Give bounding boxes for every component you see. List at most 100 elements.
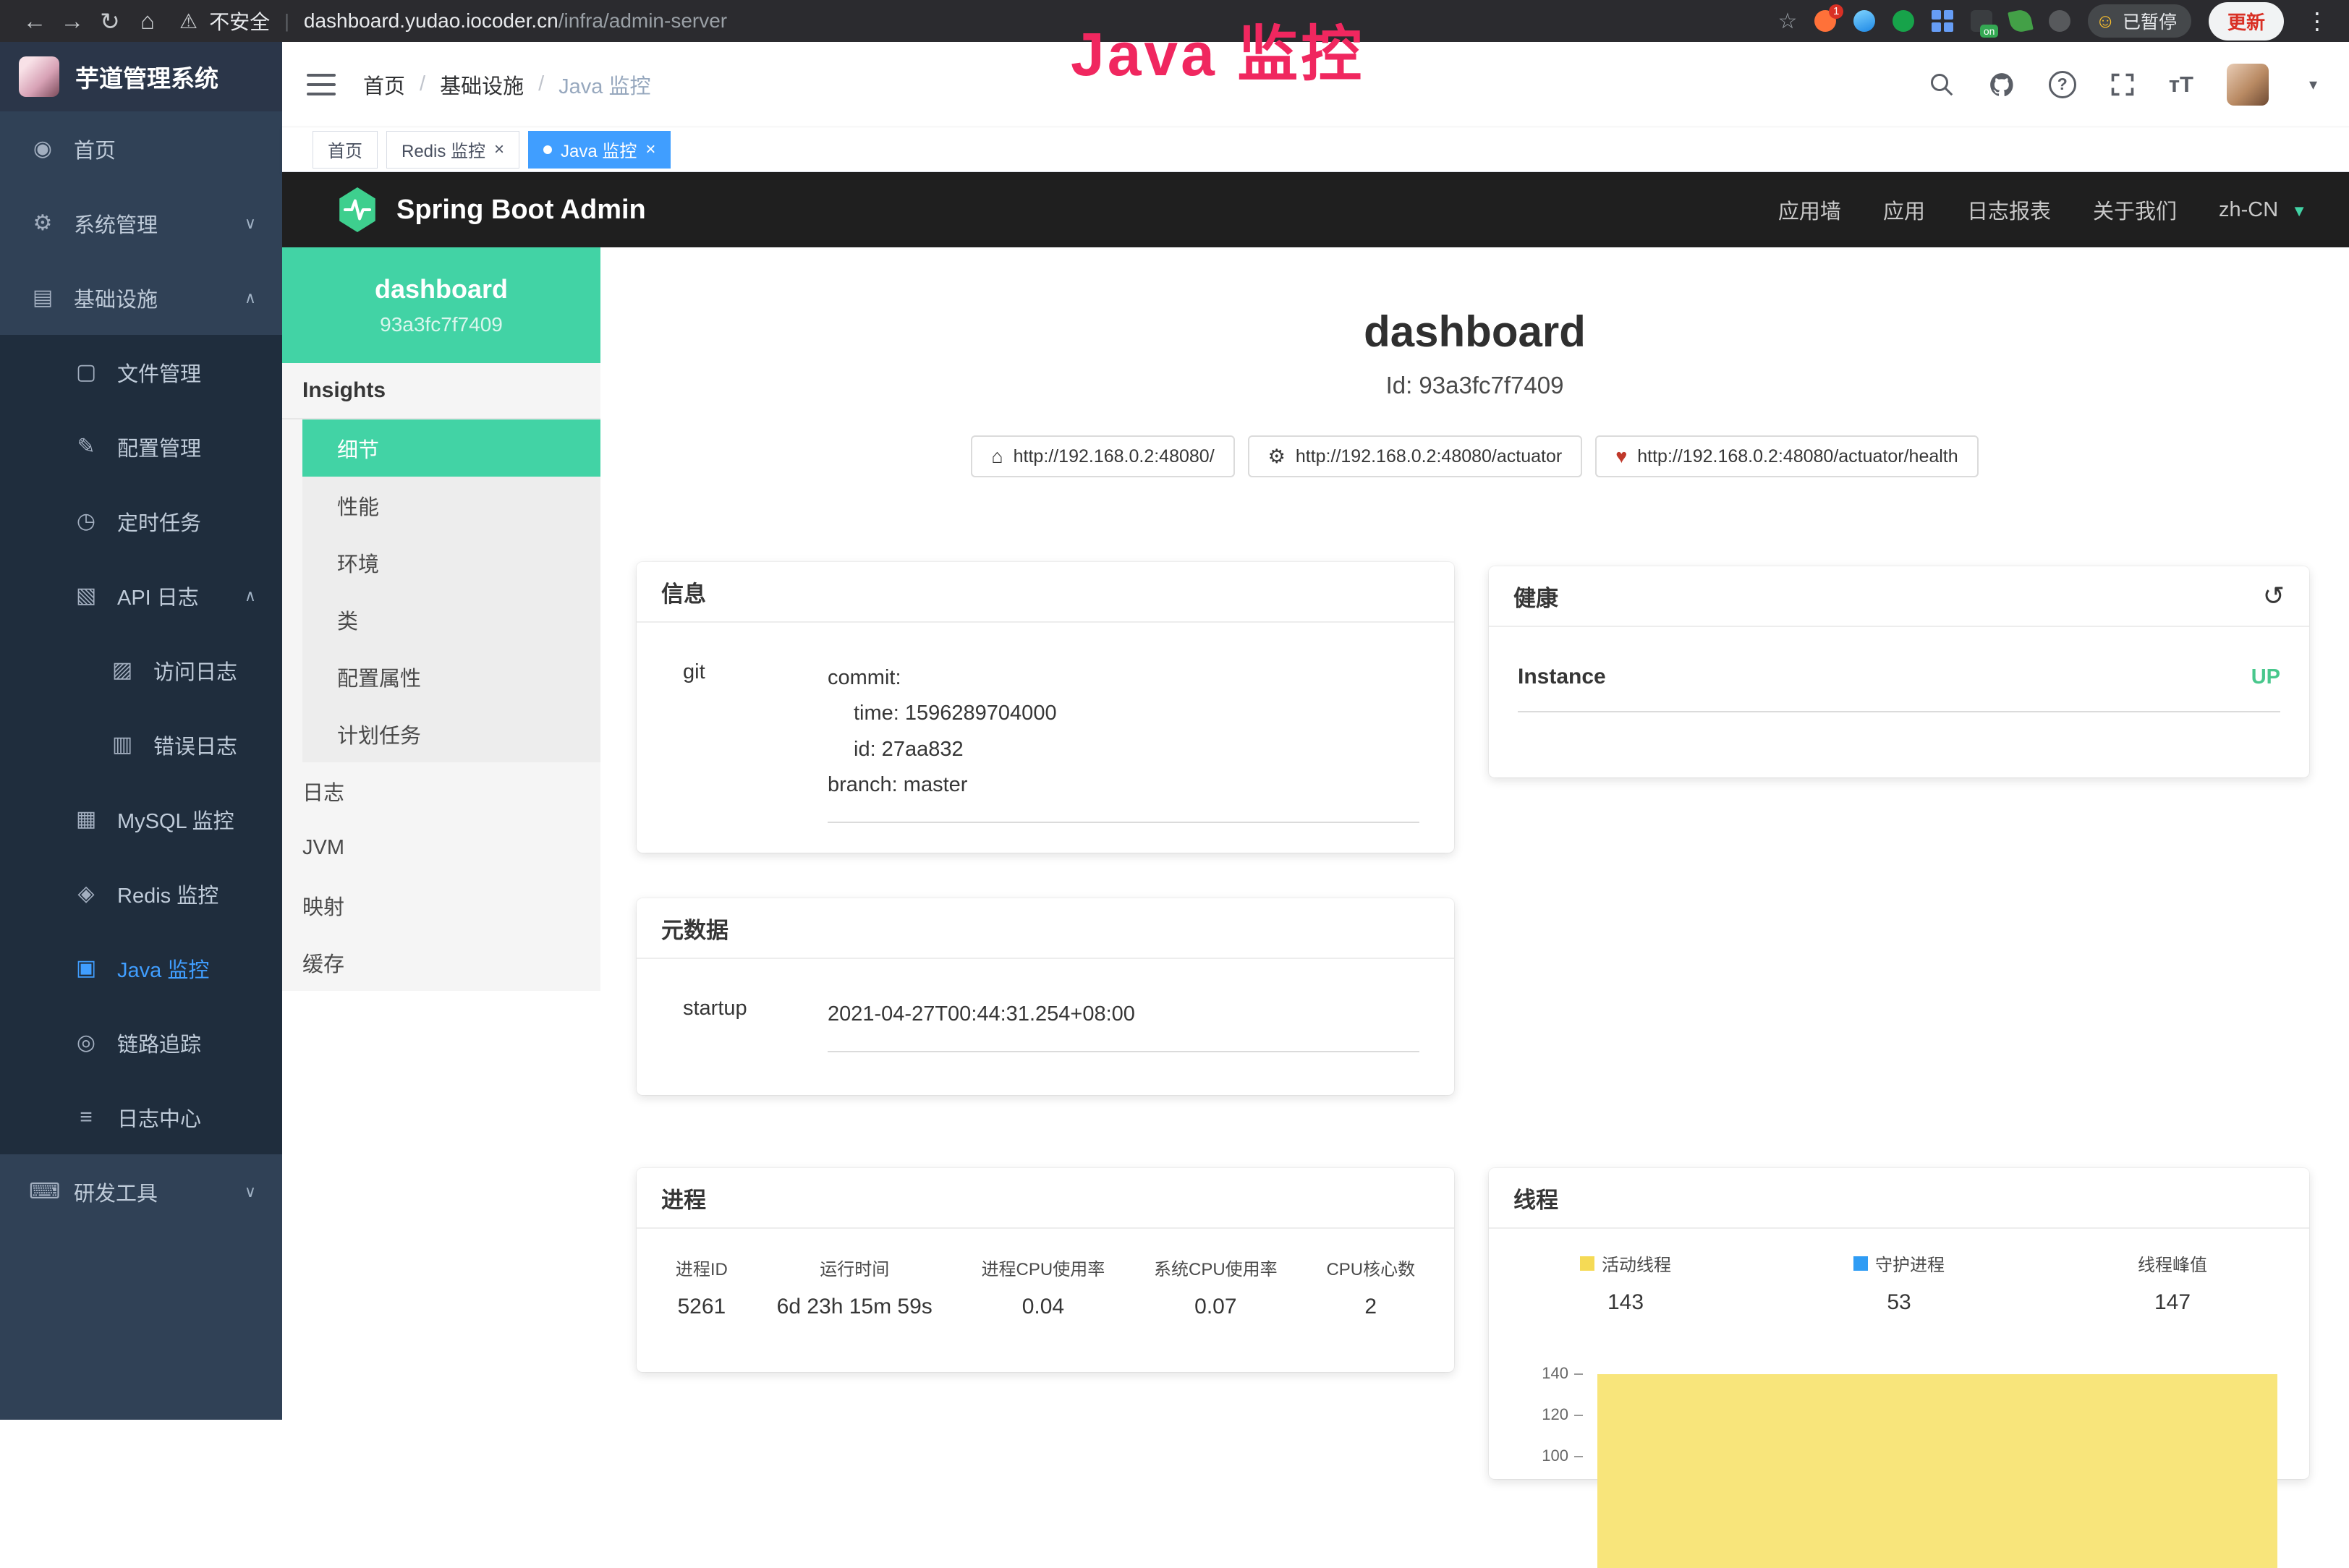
legend-swatch-yellow xyxy=(1580,1256,1594,1271)
extension-icon-grid[interactable] xyxy=(1932,10,1953,32)
address-bar[interactable]: ⚠ 不安全 | dashboard.yudao.iocoder.cn/infra… xyxy=(179,7,727,35)
active-tab-dot xyxy=(543,145,552,154)
sba-item-classes[interactable]: 类 xyxy=(302,591,600,648)
sidebar-item-error-log[interactable]: ▥ 错误日志 xyxy=(0,707,282,782)
sba-item-mappings[interactable]: 映射 xyxy=(282,877,600,934)
metadata-card-title: 元数据 xyxy=(661,912,729,945)
breadcrumb: 首页 / 基础设施 / Java 监控 xyxy=(363,69,650,100)
instance-id: 93a3fc7f7409 xyxy=(380,313,503,336)
browser-menu-icon[interactable]: ⋮ xyxy=(2301,7,2333,35)
sidebar-item-access-log[interactable]: ▨ 访问日志 xyxy=(0,633,282,707)
history-icon[interactable]: ↺ xyxy=(2263,581,2285,611)
process-metrics-row: 进程ID 5261 运行时间 6d 23h 15m 59s 进程CPU使用率 0… xyxy=(637,1229,1454,1319)
process-metric: 进程CPU使用率 0.04 xyxy=(982,1255,1105,1319)
avatar-caret-icon[interactable]: ▾ xyxy=(2309,75,2317,94)
redis-icon: ◈ xyxy=(72,881,100,906)
live-threads-area xyxy=(1597,1374,2277,1568)
metadata-card: 元数据 startup 2021-04-27T00:44:31.254+08:0… xyxy=(637,898,1454,1095)
font-size-icon[interactable]: тT xyxy=(2169,72,2193,98)
tab-home[interactable]: 首页 xyxy=(313,131,378,169)
info-value: commit: time: 1596289704000 id: 27aa832 … xyxy=(828,660,1419,823)
forward-icon[interactable]: → xyxy=(54,7,91,35)
extension-icon-proxy[interactable]: on xyxy=(1971,10,1992,32)
extension-icon-fox[interactable]: 1 xyxy=(1814,10,1836,32)
chrome-update-button[interactable]: 更新 xyxy=(2209,2,2284,41)
sba-instance-block[interactable]: dashboard 93a3fc7f7409 xyxy=(282,247,600,363)
search-icon[interactable] xyxy=(1929,72,1955,98)
sba-item-environment[interactable]: 环境 xyxy=(302,534,600,591)
app-title: 芋道管理系统 xyxy=(75,59,218,94)
info-card: 信息 git commit: time: 1596289704000 id: 2… xyxy=(637,562,1454,853)
close-icon[interactable]: × xyxy=(494,141,504,158)
help-icon[interactable]: ? xyxy=(2049,71,2076,98)
process-card: 进程 进程ID 5261 运行时间 6d 23h 15m 59s 进程CPU使用… xyxy=(637,1168,1454,1372)
sidebar-item-system[interactable]: ⚙ 系统管理 ∨ xyxy=(0,186,282,260)
back-icon[interactable]: ← xyxy=(16,7,54,35)
metadata-value: 2021-04-27T00:44:31.254+08:00 xyxy=(828,997,1419,1052)
sidebar-item-tracing[interactable]: ◎ 链路追踪 xyxy=(0,1005,282,1080)
instance-name: dashboard xyxy=(375,274,508,304)
extension-icon-leaf[interactable] xyxy=(2008,8,2034,34)
paused-label: 已暂停 xyxy=(2123,8,2177,34)
service-url-link[interactable]: ⌂ http://192.168.0.2:48080/ xyxy=(971,435,1234,477)
extension-icon-green[interactable] xyxy=(1893,10,1914,32)
extension-icon-dark[interactable] xyxy=(2049,10,2070,32)
sba-item-caches[interactable]: 缓存 xyxy=(282,934,600,991)
home-icon[interactable]: ⌂ xyxy=(129,7,166,35)
status-badge: UP xyxy=(2251,665,2280,689)
health-card: 健康 ↺ Instance UP xyxy=(1489,566,2309,777)
user-avatar[interactable] xyxy=(2227,64,2269,106)
process-metric: 系统CPU使用率 0.07 xyxy=(1154,1255,1278,1319)
sba-language-select[interactable]: zh-CN ▼ xyxy=(2219,198,2307,222)
profile-avatar-icon: ☺ xyxy=(2095,10,2115,33)
breadcrumb-infrastructure[interactable]: 基础设施 xyxy=(440,69,524,100)
info-card-title: 信息 xyxy=(661,576,706,608)
hamburger-icon[interactable] xyxy=(307,74,336,95)
sba-item-config-props[interactable]: 配置属性 xyxy=(302,648,600,705)
sidebar-item-log-center[interactable]: ≡ 日志中心 xyxy=(0,1080,282,1154)
sba-item-details[interactable]: 细节 xyxy=(302,419,600,477)
tab-java-monitor[interactable]: Java 监控 × xyxy=(528,131,671,169)
health-row: Instance UP xyxy=(1518,665,2280,712)
y-axis-tick: 120 xyxy=(1525,1405,1583,1424)
timer-icon: ◷ xyxy=(72,508,100,534)
actuator-url-link[interactable]: ⚙ http://192.168.0.2:48080/actuator xyxy=(1248,435,1583,477)
extension-icon-drop[interactable] xyxy=(1853,10,1875,32)
sba-sidebar: dashboard 93a3fc7f7409 Insights 细节 性能 环境… xyxy=(282,247,600,1420)
breadcrumb-home[interactable]: 首页 xyxy=(363,69,405,100)
sba-header: Spring Boot Admin 应用墙 应用 日志报表 关于我们 zh-CN… xyxy=(282,172,2349,247)
sidebar-item-config[interactable]: ✎ 配置管理 xyxy=(0,409,282,484)
sba-item-logs[interactable]: 日志 xyxy=(282,762,600,819)
heart-icon: ♥ xyxy=(1615,446,1627,468)
fullscreen-icon[interactable] xyxy=(2110,72,2136,98)
sba-nav-about[interactable]: 关于我们 xyxy=(2093,195,2177,225)
sidebar-item-files[interactable]: ▢ 文件管理 xyxy=(0,335,282,409)
sba-item-scheduled-tasks[interactable]: 计划任务 xyxy=(302,705,600,762)
info-key: git xyxy=(683,660,828,823)
tab-redis-monitor[interactable]: Redis 监控 × xyxy=(386,131,519,169)
security-warning-icon: ⚠ xyxy=(179,9,197,33)
health-url-link[interactable]: ♥ http://192.168.0.2:48080/actuator/heal… xyxy=(1595,435,1978,477)
profile-paused-chip[interactable]: ☺ 已暂停 xyxy=(2088,4,2191,38)
sidebar-item-jobs[interactable]: ◷ 定时任务 xyxy=(0,484,282,558)
sidebar-item-infrastructure[interactable]: ▤ 基础设施 ∧ xyxy=(0,260,282,335)
sidebar-item-redis-monitor[interactable]: ◈ Redis 监控 xyxy=(0,856,282,931)
sidebar-item-devtools[interactable]: ⌨ 研发工具 ∨ xyxy=(0,1154,282,1229)
sba-nav-applications[interactable]: 应用 xyxy=(1883,195,1925,225)
close-icon[interactable]: × xyxy=(645,141,655,158)
reload-icon[interactable]: ↻ xyxy=(91,7,129,35)
github-icon[interactable] xyxy=(1988,71,2015,98)
sidebar-item-mysql-monitor[interactable]: ▦ MySQL 监控 xyxy=(0,782,282,856)
sidebar-item-java-monitor[interactable]: ▣ Java 监控 xyxy=(0,931,282,1005)
app-logo[interactable]: 芋道管理系统 xyxy=(0,42,282,111)
sba-brand-title[interactable]: Spring Boot Admin xyxy=(396,195,646,226)
bookmark-star-icon[interactable]: ☆ xyxy=(1777,9,1797,34)
sba-item-jvm[interactable]: JVM xyxy=(282,819,600,877)
sidebar-item-api-log[interactable]: ▧ API 日志 ∧ xyxy=(0,558,282,633)
sba-item-metrics[interactable]: 性能 xyxy=(302,477,600,534)
address-separator: | xyxy=(281,10,292,33)
legend-swatch-blue xyxy=(1853,1256,1868,1271)
sba-nav-journal[interactable]: 日志报表 xyxy=(1967,195,2051,225)
sba-nav-wallboard[interactable]: 应用墙 xyxy=(1778,195,1841,225)
sidebar-item-home[interactable]: ◉ 首页 xyxy=(0,111,282,186)
